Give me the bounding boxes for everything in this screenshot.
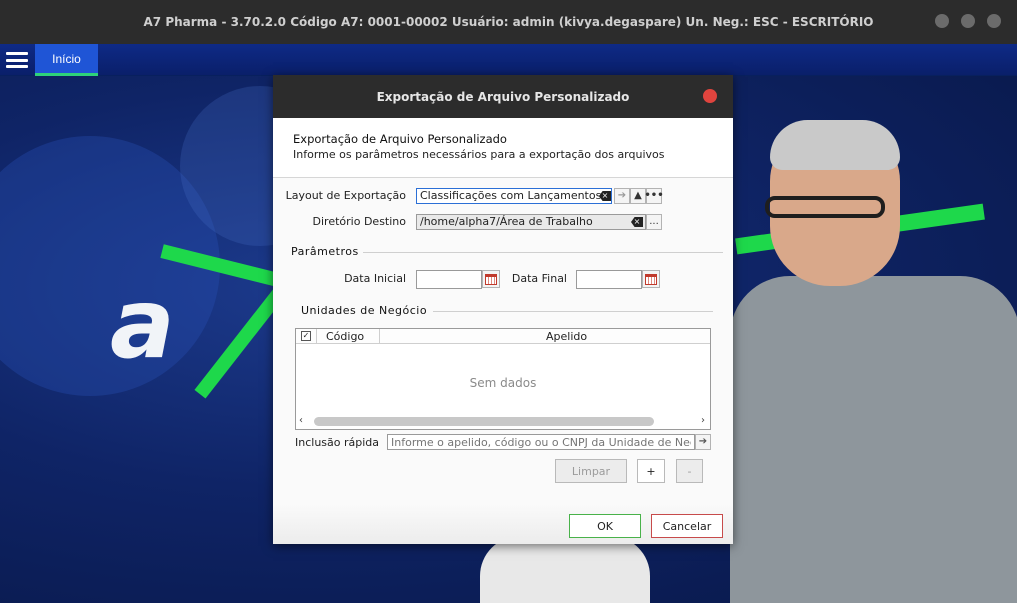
column-divider xyxy=(379,329,380,344)
person-glasses xyxy=(765,196,885,218)
unidades-title: Unidades de Negócio xyxy=(301,304,428,317)
hamburger-icon[interactable] xyxy=(6,52,28,68)
unidades-table: ✓ Código Apelido Sem dados ‹ › xyxy=(295,328,711,430)
window-controls xyxy=(935,14,1001,28)
tab-inicio[interactable]: Início xyxy=(35,44,98,76)
lab-coat xyxy=(480,536,650,603)
maximize-button[interactable] xyxy=(961,14,975,28)
brand-logo: a xyxy=(110,268,175,380)
params-title: Parâmetros xyxy=(291,245,359,258)
dir-label: Diretório Destino xyxy=(312,215,406,228)
person-shirt xyxy=(730,276,1017,603)
limpar-button[interactable]: Limpar xyxy=(555,459,627,483)
window-titlebar: A7 Pharma - 3.70.2.0 Código A7: 0001-000… xyxy=(0,0,1017,44)
remove-button[interactable]: - xyxy=(676,459,703,483)
dialog-title: Exportação de Arquivo Personalizado xyxy=(376,89,630,104)
table-header: ✓ Código Apelido xyxy=(296,329,710,344)
column-divider xyxy=(316,329,317,344)
window-title: A7 Pharma - 3.70.2.0 Código A7: 0001-000… xyxy=(143,15,874,29)
dialog-header: Exportação de Arquivo Personalizado Info… xyxy=(273,118,733,178)
person-photo xyxy=(730,120,1017,603)
calendar-icon xyxy=(645,273,657,285)
data-final-label: Data Final xyxy=(511,272,567,285)
horizontal-scrollbar[interactable] xyxy=(314,417,654,426)
menubar: Início xyxy=(0,44,1017,76)
section-divider xyxy=(363,252,723,253)
ok-button[interactable]: OK xyxy=(569,514,641,538)
arrow-right-icon[interactable]: ➔ xyxy=(614,188,630,204)
dialog-header-subtitle: Informe os parâmetros necessários para a… xyxy=(293,148,665,161)
calendar-button[interactable] xyxy=(482,270,500,288)
person-hair xyxy=(770,120,900,170)
ellipsis-icon[interactable]: ••• xyxy=(644,188,664,204)
export-dialog: Exportação de Arquivo Personalizado Expo… xyxy=(273,75,733,544)
minimize-button[interactable] xyxy=(935,14,949,28)
column-apelido[interactable]: Apelido xyxy=(546,330,587,343)
dialog-titlebar: Exportação de Arquivo Personalizado xyxy=(273,75,733,118)
arrow-right-icon[interactable]: ➔ xyxy=(695,434,711,450)
inclusao-label: Inclusão rápida xyxy=(295,436,380,449)
dialog-close-button[interactable] xyxy=(703,89,717,103)
ellipsis-icon[interactable]: ... xyxy=(646,214,662,230)
scroll-right-icon[interactable]: › xyxy=(701,415,705,426)
dir-field[interactable]: /home/alpha7/Área de Trabalho xyxy=(416,214,646,230)
calendar-icon xyxy=(485,273,497,285)
data-final-field[interactable] xyxy=(576,270,642,289)
section-divider xyxy=(433,311,713,312)
data-inicial-label: Data Inicial xyxy=(344,272,406,285)
calendar-button[interactable] xyxy=(642,270,660,288)
data-inicial-field[interactable] xyxy=(416,270,482,289)
layout-field[interactable]: Classificações com Lançamentos xyxy=(416,188,612,204)
select-all-checkbox[interactable]: ✓ xyxy=(301,331,311,341)
close-window-button[interactable] xyxy=(987,14,1001,28)
layout-label: Layout de Exportação xyxy=(285,189,406,202)
empty-state: Sem dados xyxy=(469,376,537,390)
scroll-left-icon[interactable]: ‹ xyxy=(299,415,303,426)
dialog-header-title: Exportação de Arquivo Personalizado xyxy=(293,132,507,146)
column-codigo[interactable]: Código xyxy=(326,330,364,343)
inclusao-input[interactable] xyxy=(387,434,695,450)
add-button[interactable]: + xyxy=(637,459,665,483)
cancel-button[interactable]: Cancelar xyxy=(651,514,723,538)
